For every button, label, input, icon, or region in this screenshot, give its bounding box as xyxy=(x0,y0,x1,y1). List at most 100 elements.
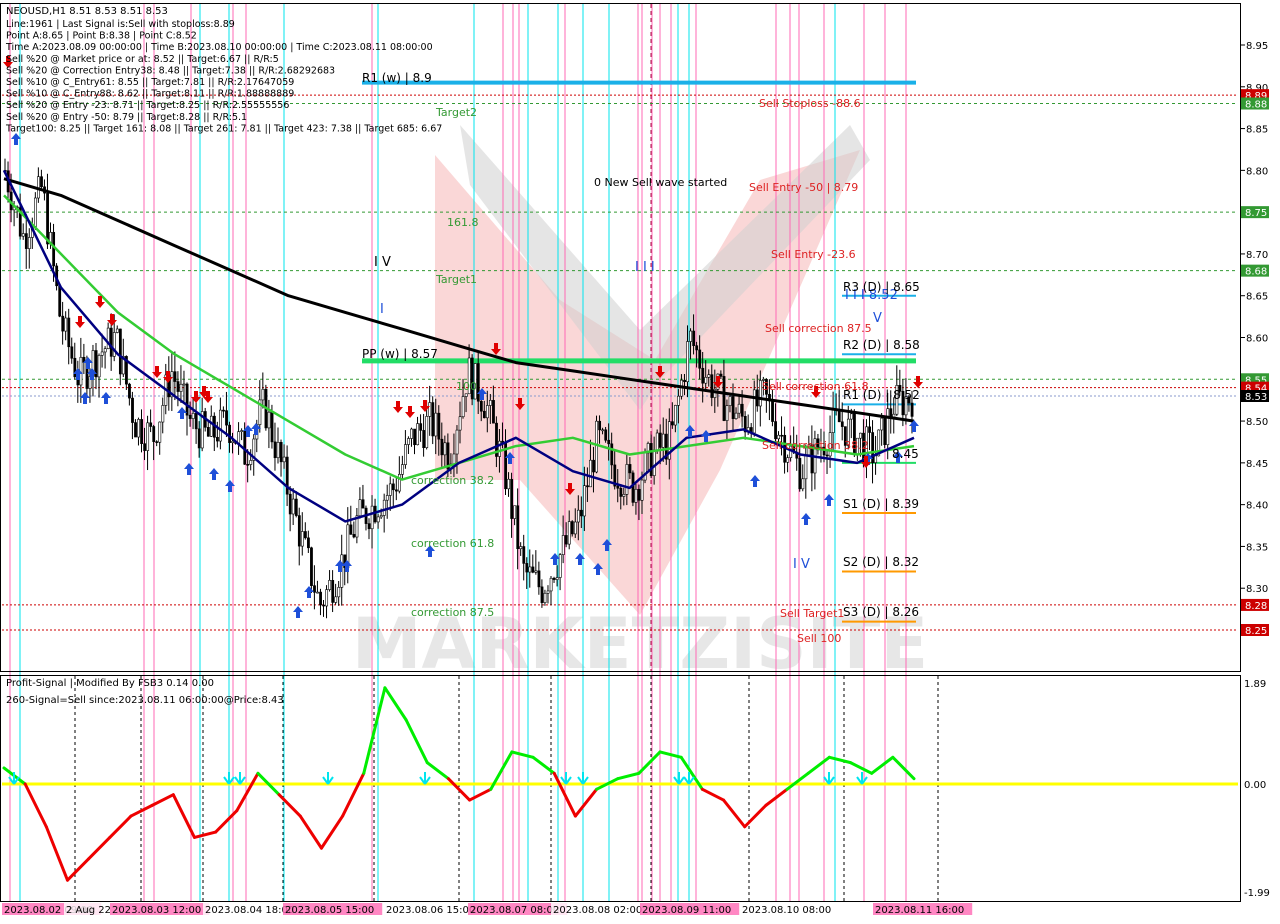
candle-body xyxy=(561,535,565,555)
pivot-label: S1 (D) | 8.39 xyxy=(843,497,919,511)
time-axis-label: 2023.08.05 15:00 xyxy=(285,905,374,916)
candle-body xyxy=(191,412,195,419)
candle-body xyxy=(731,396,735,419)
time-axis-label: 2023.08.04 18:00 xyxy=(205,905,294,916)
candle-body xyxy=(452,453,456,465)
candle-body xyxy=(64,317,68,332)
candle-body xyxy=(161,405,165,423)
candle-body xyxy=(319,591,322,606)
candle-body xyxy=(313,585,316,593)
price-axis-label: 8.95 xyxy=(1246,41,1268,52)
price-badge-label: 8.28 xyxy=(1245,601,1267,612)
candle-body xyxy=(249,460,253,465)
candle-body xyxy=(388,483,392,496)
candle-body xyxy=(67,317,71,348)
price-badge-label: 8.25 xyxy=(1245,626,1267,637)
trading-chart-window[interactable]: MARKETZISITE Sell Stoploss -88.6 Target2 0… xyxy=(0,0,1280,920)
candle-body xyxy=(325,589,329,607)
candle-body xyxy=(407,438,410,445)
candle-body xyxy=(391,483,395,491)
candle-body xyxy=(586,485,589,488)
symbol-info-line: NEOUSD,H1 8.51 8.53 8.51 8.53 xyxy=(6,6,168,17)
candle-body xyxy=(401,464,404,475)
candle-body xyxy=(455,429,459,455)
price-badge-label: 8.75 xyxy=(1245,208,1267,219)
candle-body xyxy=(510,478,514,519)
candle-body xyxy=(194,412,198,430)
candle-body xyxy=(310,547,313,586)
candle-body xyxy=(461,396,465,418)
chart-annotation: V xyxy=(873,311,882,326)
pivot-label: R1 (D) | 8.52 xyxy=(843,388,920,402)
candle-body xyxy=(307,537,310,549)
candle-body xyxy=(176,381,180,392)
candle-body xyxy=(531,566,535,573)
candle-body xyxy=(780,434,784,437)
candle-body xyxy=(179,383,183,392)
candle-body xyxy=(358,499,362,517)
candle-body xyxy=(616,485,620,489)
candle-body xyxy=(482,410,486,419)
candle-body xyxy=(883,417,887,445)
candle-body xyxy=(443,442,447,456)
pivot-label: S3 (D) | 8.26 xyxy=(843,605,919,619)
chart-annotation: Sell Target1 xyxy=(780,607,844,620)
candle-body xyxy=(394,489,398,492)
candle-body xyxy=(786,457,790,463)
candle-body xyxy=(722,376,726,421)
chart-annotation: Sell correction 38.2 xyxy=(762,439,869,452)
candle-body xyxy=(528,566,532,573)
price-axis-label: 8.65 xyxy=(1246,292,1268,303)
candle-body xyxy=(70,346,74,359)
candle-body xyxy=(185,383,189,416)
chart-canvas[interactable]: MARKETZISITE Sell Stoploss -88.6Target20… xyxy=(0,0,1280,920)
candle-body xyxy=(859,432,862,439)
candle-body xyxy=(237,431,241,444)
candle-body xyxy=(880,417,884,431)
candle-body xyxy=(840,421,844,427)
chart-annotation: correction 61.8 xyxy=(411,537,494,550)
candle-body xyxy=(137,419,140,438)
candle-body xyxy=(522,546,526,564)
candle-body xyxy=(61,315,65,332)
candle-body xyxy=(652,449,656,476)
candle-body xyxy=(476,363,480,402)
chart-annotation: I V xyxy=(793,557,810,572)
candle-body xyxy=(798,457,802,490)
time-axis-label: 2023.08.10 08:00 xyxy=(742,905,831,916)
signal-info-line: Line:1961 | Last Signal is:Sell with sto… xyxy=(6,19,235,30)
candle-body xyxy=(701,367,705,384)
candle-body xyxy=(46,192,49,245)
candle-body xyxy=(109,327,113,357)
signal-info-line: Sell %20 @ Market price or at: 8.52 || T… xyxy=(6,54,279,65)
candle-body xyxy=(567,521,571,545)
candle-body xyxy=(868,426,872,433)
candle-body xyxy=(134,422,137,438)
candle-body xyxy=(580,509,583,517)
candle-body xyxy=(288,493,292,515)
candle-body xyxy=(155,441,159,443)
price-axis-label: 8.30 xyxy=(1246,584,1268,595)
chart-annotation: 100 xyxy=(456,380,477,393)
oscillator-title: Profit-Signal | Modified By FSB3 0.14 0.… xyxy=(6,678,214,689)
candle-body xyxy=(801,478,805,490)
candle-body xyxy=(197,428,201,449)
candle-body xyxy=(422,430,426,448)
price-axis-label: 8.80 xyxy=(1246,166,1268,177)
chart-annotation: correction 38.2 xyxy=(411,474,494,487)
candle-body xyxy=(837,410,841,423)
price-axis-label: 8.85 xyxy=(1246,125,1268,136)
candle-body xyxy=(261,388,265,401)
candle-body xyxy=(513,505,517,519)
candle-body xyxy=(637,488,641,501)
candle-body xyxy=(404,444,407,465)
candle-body xyxy=(640,479,644,501)
candle-body xyxy=(458,416,462,431)
candle-body xyxy=(519,546,523,550)
pivot-label: PP (w) | 8.57 xyxy=(362,347,438,361)
pivot-label: R1 (w) | 8.9 xyxy=(362,71,432,85)
candle-body xyxy=(225,410,228,426)
candle-body xyxy=(337,587,341,598)
candle-body xyxy=(379,515,383,518)
candle-body xyxy=(27,237,31,249)
